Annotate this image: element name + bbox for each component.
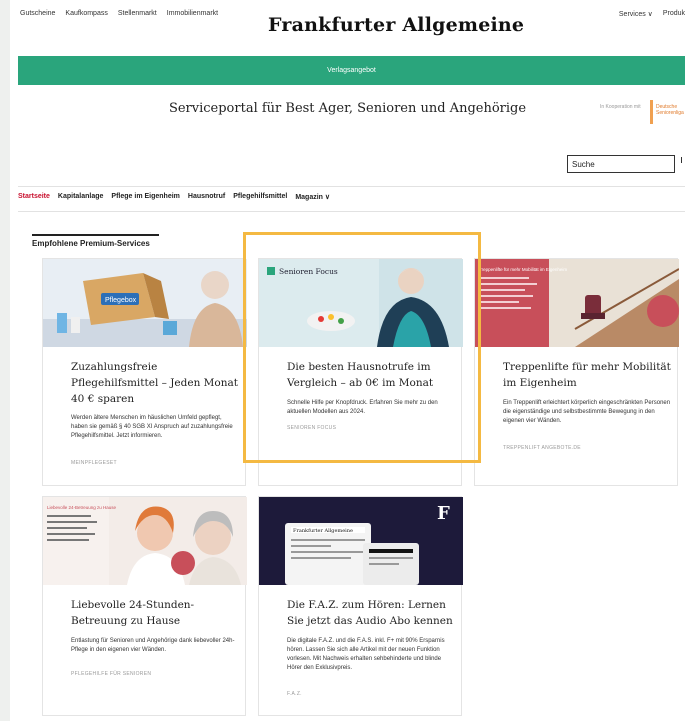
nav-divider-top	[18, 186, 685, 187]
search-input[interactable]: Suche	[567, 155, 675, 173]
nav-item-magazin[interactable]: Magazin ∨	[295, 193, 330, 201]
senioren-focus-label: Senioren Focus	[279, 267, 338, 276]
card-image-betreuung: Liebevolle 24-Betreuung zu Hause	[43, 497, 247, 585]
faz-f-logo: F	[437, 503, 450, 524]
main-nav: Startseite Kapitalanlage Pflege im Eigen…	[18, 193, 330, 201]
partner-logo-mark	[650, 100, 653, 124]
service-card-hausnotruf[interactable]: Senioren Focus Die besten Hausnotrufe im…	[258, 258, 463, 486]
nav-item-pflege-im-eigenheim[interactable]: Pflege im Eigenheim	[111, 193, 179, 201]
section-title-underline	[32, 234, 159, 236]
portal-title: Serviceportal für Best Ager, Senioren un…	[168, 101, 527, 116]
faz-tablet-logo: Frankfurter Allgemeine	[293, 528, 353, 534]
card-description: Werden ältere Menschen im häuslichen Umf…	[71, 415, 233, 439]
products-menu[interactable]: Produk	[663, 10, 685, 18]
card-description: Ein Treppenlift erleichtert körperlich e…	[503, 400, 671, 424]
service-card-pflegehilfsmittel[interactable]: Pflegebox Zuzahlungsfreie Pflegehilfsmit…	[42, 258, 247, 486]
top-link-kaufkompass[interactable]: Kaufkompass	[65, 10, 107, 17]
top-links: Gutscheine Kaufkompass Stellenmarkt Immo…	[20, 10, 218, 17]
services-menu[interactable]: Services ∨	[619, 10, 653, 18]
top-link-stellenmarkt[interactable]: Stellenmarkt	[118, 10, 157, 17]
verlagsangebot-banner: Verlagsangebot	[18, 56, 685, 85]
card-title[interactable]: Liebevolle 24-Stunden-Betreuung zu Hause	[71, 597, 243, 629]
card-source: TREPPENLIFT ANGEBOTE.DE	[503, 445, 581, 451]
service-card-treppenlifte[interactable]: Treppenlifte für mehr Mobilität im Eigen…	[474, 258, 679, 486]
service-card-faz-audio[interactable]: F Frankfurter Allgemeine Die F.A.Z. zum …	[258, 496, 463, 716]
service-card-24h-betreuung[interactable]: Liebevolle 24-Betreuung zu Hause Liebevo…	[42, 496, 247, 716]
top-bar: Gutscheine Kaufkompass Stellenmarkt Immo…	[10, 0, 685, 48]
faz-logo[interactable]: Frankfurter Allgemeine	[268, 14, 524, 36]
card-source: MEINPFLEGESET	[71, 460, 117, 466]
partner-logo[interactable]: Deutsche Seniorenliga	[656, 104, 685, 116]
card-title[interactable]: Die besten Hausnotrufe im Vergleich – ab…	[287, 359, 459, 391]
section-title: Empfohlene Premium-Services	[32, 239, 150, 248]
pflegebox-label: Pflegebox	[105, 297, 137, 304]
search-icon[interactable]	[679, 155, 685, 173]
card-image-treppenlift: Treppenlifte für mehr Mobilität im Eigen…	[475, 259, 679, 347]
card-description: Die digitale F.A.Z. und die F.A.S. inkl.…	[287, 638, 445, 671]
nav-divider-bottom	[18, 211, 685, 212]
cooperation-label: In Kooperation mit	[600, 104, 641, 110]
card-image-pflegebox: Pflegebox	[43, 259, 247, 347]
card-image-senioren-focus: Senioren Focus	[259, 259, 463, 347]
top-right-links: Services ∨ Produk	[619, 10, 685, 18]
card-image-faz-audio: F Frankfurter Allgemeine	[259, 497, 463, 585]
card-description: Entlastung für Senioren und Angehörige d…	[71, 638, 235, 653]
card-title[interactable]: Zuzahlungsfreie Pflegehilfsmittel – Jede…	[71, 359, 243, 407]
card-source: SENIOREN FOCUS	[287, 425, 337, 431]
page: Gutscheine Kaufkompass Stellenmarkt Immo…	[10, 0, 685, 721]
top-link-immobilienmarkt[interactable]: Immobilienmarkt	[167, 10, 218, 17]
treppenlift-image-title: Treppenlifte für mehr Mobilität im Eigen…	[479, 267, 567, 272]
card-source: F.A.Z.	[287, 691, 302, 697]
card-source: PFLEGEHILFE FÜR SENIOREN	[71, 671, 152, 677]
nav-item-kapitalanlage[interactable]: Kapitalanlage	[58, 193, 104, 201]
nav-item-hausnotruf[interactable]: Hausnotruf	[188, 193, 225, 201]
card-title[interactable]: Die F.A.Z. zum Hören: Lernen Sie jetzt d…	[287, 597, 459, 629]
card-title[interactable]: Treppenlifte für mehr Mobilität im Eigen…	[503, 359, 675, 391]
top-link-gutscheine[interactable]: Gutscheine	[20, 10, 55, 17]
nav-item-pflegehilfsmittel[interactable]: Pflegehilfsmittel	[233, 193, 287, 201]
nav-item-startseite[interactable]: Startseite	[18, 193, 50, 201]
card-description: Schnelle Hilfe per Knopfdruck. Erfahren …	[287, 400, 438, 415]
betreuung-image-title: Liebevolle 24-Betreuung zu Hause	[47, 505, 117, 510]
